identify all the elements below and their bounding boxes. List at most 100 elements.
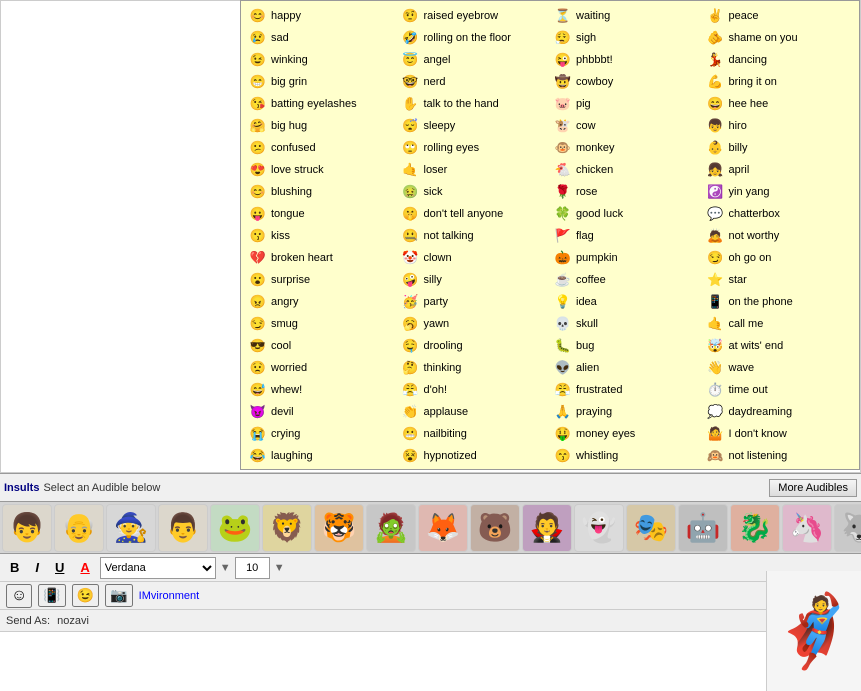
font-size-input[interactable]: 10 <box>235 557 270 579</box>
audible-icon-5[interactable]: 🦁 <box>262 504 312 552</box>
emoji-item-whistling[interactable]: 😙whistling <box>550 445 703 467</box>
audible-icon-16[interactable]: 🐺 <box>834 504 861 552</box>
emoji-item-skull[interactable]: 💀skull <box>550 313 703 335</box>
emoji-item-love-struck[interactable]: 😍love struck <box>245 159 398 181</box>
emoji-item-dont-tell-anyone[interactable]: 🤫don't tell anyone <box>398 203 551 225</box>
emoji-item-happy[interactable]: 😊happy <box>245 5 398 27</box>
emoji-item-star[interactable]: ⭐star <box>703 269 856 291</box>
emoji-item-drooling[interactable]: 🤤drooling <box>398 335 551 357</box>
italic-button[interactable]: I <box>29 558 45 577</box>
emoji-item-cow[interactable]: 🐮cow <box>550 115 703 137</box>
emoji-item-coffee[interactable]: ☕coffee <box>550 269 703 291</box>
emoji-item-yin-yang[interactable]: ☯️yin yang <box>703 181 856 203</box>
emoji-item-talk-to-hand[interactable]: ✋talk to the hand <box>398 93 551 115</box>
emoji-item-not-worthy[interactable]: 🙇not worthy <box>703 225 856 247</box>
audible-icon-3[interactable]: 👨 <box>158 504 208 552</box>
emoji-item-sick[interactable]: 🤢sick <box>398 181 551 203</box>
emoji-item-surprise[interactable]: 😮surprise <box>245 269 398 291</box>
emoji-item-puppy[interactable]: 🐶puppy <box>703 467 856 470</box>
audible-icon-13[interactable]: 🤖 <box>678 504 728 552</box>
emoji-item-rolling-eyes[interactable]: 🙄rolling eyes <box>398 137 551 159</box>
emoji-item-applause[interactable]: 👏applause <box>398 401 551 423</box>
emoji-item-wave[interactable]: 👋wave <box>703 357 856 379</box>
emoji-item-big-grin[interactable]: 😁big grin <box>245 71 398 93</box>
emoji-item-dancing[interactable]: 💃dancing <box>703 49 856 71</box>
emoji-item-waiting[interactable]: ⏳waiting <box>550 5 703 27</box>
emoji-item-hiro[interactable]: 👦hiro <box>703 115 856 137</box>
emoji-item-yawn[interactable]: 🥱yawn <box>398 313 551 335</box>
emoji-item-sleepy[interactable]: 😴sleepy <box>398 115 551 137</box>
emoji-item-loser[interactable]: 🤙loser <box>398 159 551 181</box>
emoji-item-april[interactable]: 👧april <box>703 159 856 181</box>
emoji-item-thinking[interactable]: 🤔thinking <box>398 357 551 379</box>
emoji-item-idea[interactable]: 💡idea <box>550 291 703 313</box>
font-select[interactable]: Verdana Arial Times New Roman Courier Ne… <box>100 557 216 579</box>
emoji-item-rolling-on-floor[interactable]: 🤣rolling on the floor <box>398 27 551 49</box>
emoji-item-devil[interactable]: 😈devil <box>245 401 398 423</box>
emoji-item-angry[interactable]: 😠angry <box>245 291 398 313</box>
emoji-item-cool[interactable]: 😎cool <box>245 335 398 357</box>
emoji-item-i-dont-know[interactable]: 🤷I don't know <box>703 423 856 445</box>
emoji-item-party[interactable]: 🥳party <box>398 291 551 313</box>
emoji-item-alien[interactable]: 👽alien <box>550 357 703 379</box>
emoji-item-phbbbt[interactable]: 😜phbbbt! <box>550 49 703 71</box>
emoji-item-kiss[interactable]: 😗kiss <box>245 225 398 247</box>
emoji-item-angel[interactable]: 😇angel <box>398 49 551 71</box>
audible-icon-10[interactable]: 🧛 <box>522 504 572 552</box>
emoji-item-bring-it-on[interactable]: 💪bring it on <box>703 71 856 93</box>
emoji-item-peace[interactable]: ✌️peace <box>703 5 856 27</box>
emoji-item-call-me[interactable]: 🤙call me <box>703 313 856 335</box>
emoji-item-pig[interactable]: 🐷pig <box>550 93 703 115</box>
emoji-item-straight-face[interactable]: 😐straight face <box>245 467 398 470</box>
emoji-item-chatterbox[interactable]: 💬chatterbox <box>703 203 856 225</box>
audible-icon-11[interactable]: 👻 <box>574 504 624 552</box>
emoji-item-oh-go-on[interactable]: 😏oh go on <box>703 247 856 269</box>
emoji-item-billy[interactable]: 👶billy <box>703 137 856 159</box>
emoji-item-rose[interactable]: 🌹rose <box>550 181 703 203</box>
emoji-item-big-hug[interactable]: 🤗big hug <box>245 115 398 137</box>
emoji-item-tongue[interactable]: 😛tongue <box>245 203 398 225</box>
emoji-item-praying[interactable]: 🙏praying <box>550 401 703 423</box>
emoji-item-chicken[interactable]: 🐔chicken <box>550 159 703 181</box>
emoji-item-shame-on-you[interactable]: 🫵shame on you <box>703 27 856 49</box>
emoji-item-crying[interactable]: 😭crying <box>245 423 398 445</box>
emoji-item-good-luck[interactable]: 🍀good luck <box>550 203 703 225</box>
audible-icon-4[interactable]: 🐸 <box>210 504 260 552</box>
emoji-item-blushing[interactable]: 😊blushing <box>245 181 398 203</box>
emoji-item-money-eyes[interactable]: 🤑money eyes <box>550 423 703 445</box>
emoji-item-at-wits-end[interactable]: 🤯at wits' end <box>703 335 856 357</box>
message-input[interactable] <box>0 632 786 691</box>
emoji-item-liar[interactable]: 🤥liar <box>398 467 551 470</box>
emoji-item-worried[interactable]: 😟worried <box>245 357 398 379</box>
bold-button[interactable]: B <box>4 558 25 577</box>
audible-icon-2[interactable]: 🧙 <box>106 504 156 552</box>
emoji-item-whew[interactable]: 😅whew! <box>245 379 398 401</box>
emoji-item-hee-hee[interactable]: 😄hee hee <box>703 93 856 115</box>
emoji-item-smug[interactable]: 😏smug <box>245 313 398 335</box>
audible-icon-14[interactable]: 🐉 <box>730 504 780 552</box>
emoji-item-frustrated[interactable]: 😤frustrated <box>550 379 703 401</box>
emoji-item-daydreaming[interactable]: 💭daydreaming <box>703 401 856 423</box>
emoji-item-pumpkin[interactable]: 🎃pumpkin <box>550 247 703 269</box>
more-audibles-button[interactable]: More Audibles <box>769 479 857 497</box>
audible-icon-12[interactable]: 🎭 <box>626 504 676 552</box>
emoji-item-monkey[interactable]: 🐵monkey <box>550 137 703 159</box>
emoji-item-hypnotized[interactable]: 😵hypnotized <box>398 445 551 467</box>
emoji-item-bug[interactable]: 🐛bug <box>550 335 703 357</box>
imvironment-link[interactable]: IMvironment <box>139 590 200 602</box>
emoji-item-cowboy[interactable]: 🤠cowboy <box>550 71 703 93</box>
emoji-item-time-out[interactable]: ⏱️time out <box>703 379 856 401</box>
emoji-item-doh[interactable]: 😤d'oh! <box>398 379 551 401</box>
emoji-item-on-the-phone[interactable]: 📱on the phone <box>703 291 856 313</box>
emoji-item-flag[interactable]: 🚩flag <box>550 225 703 247</box>
emoji-item-not-listening[interactable]: 🙉not listening <box>703 445 856 467</box>
underline-button[interactable]: U <box>49 558 70 577</box>
emoji-item-broken-heart[interactable]: 💔broken heart <box>245 247 398 269</box>
emoji-item-feeling-beat-up[interactable]: 🥊feeling beat up <box>550 467 703 470</box>
photo-button[interactable]: 📷 <box>105 584 132 607</box>
emoji-item-nailbiting[interactable]: 😬nailbiting <box>398 423 551 445</box>
emoji-item-winking[interactable]: 😉winking <box>245 49 398 71</box>
wink-button[interactable]: 😉 <box>72 584 99 607</box>
emoji-item-clown[interactable]: 🤡clown <box>398 247 551 269</box>
audible-icon-9[interactable]: 🐻 <box>470 504 520 552</box>
